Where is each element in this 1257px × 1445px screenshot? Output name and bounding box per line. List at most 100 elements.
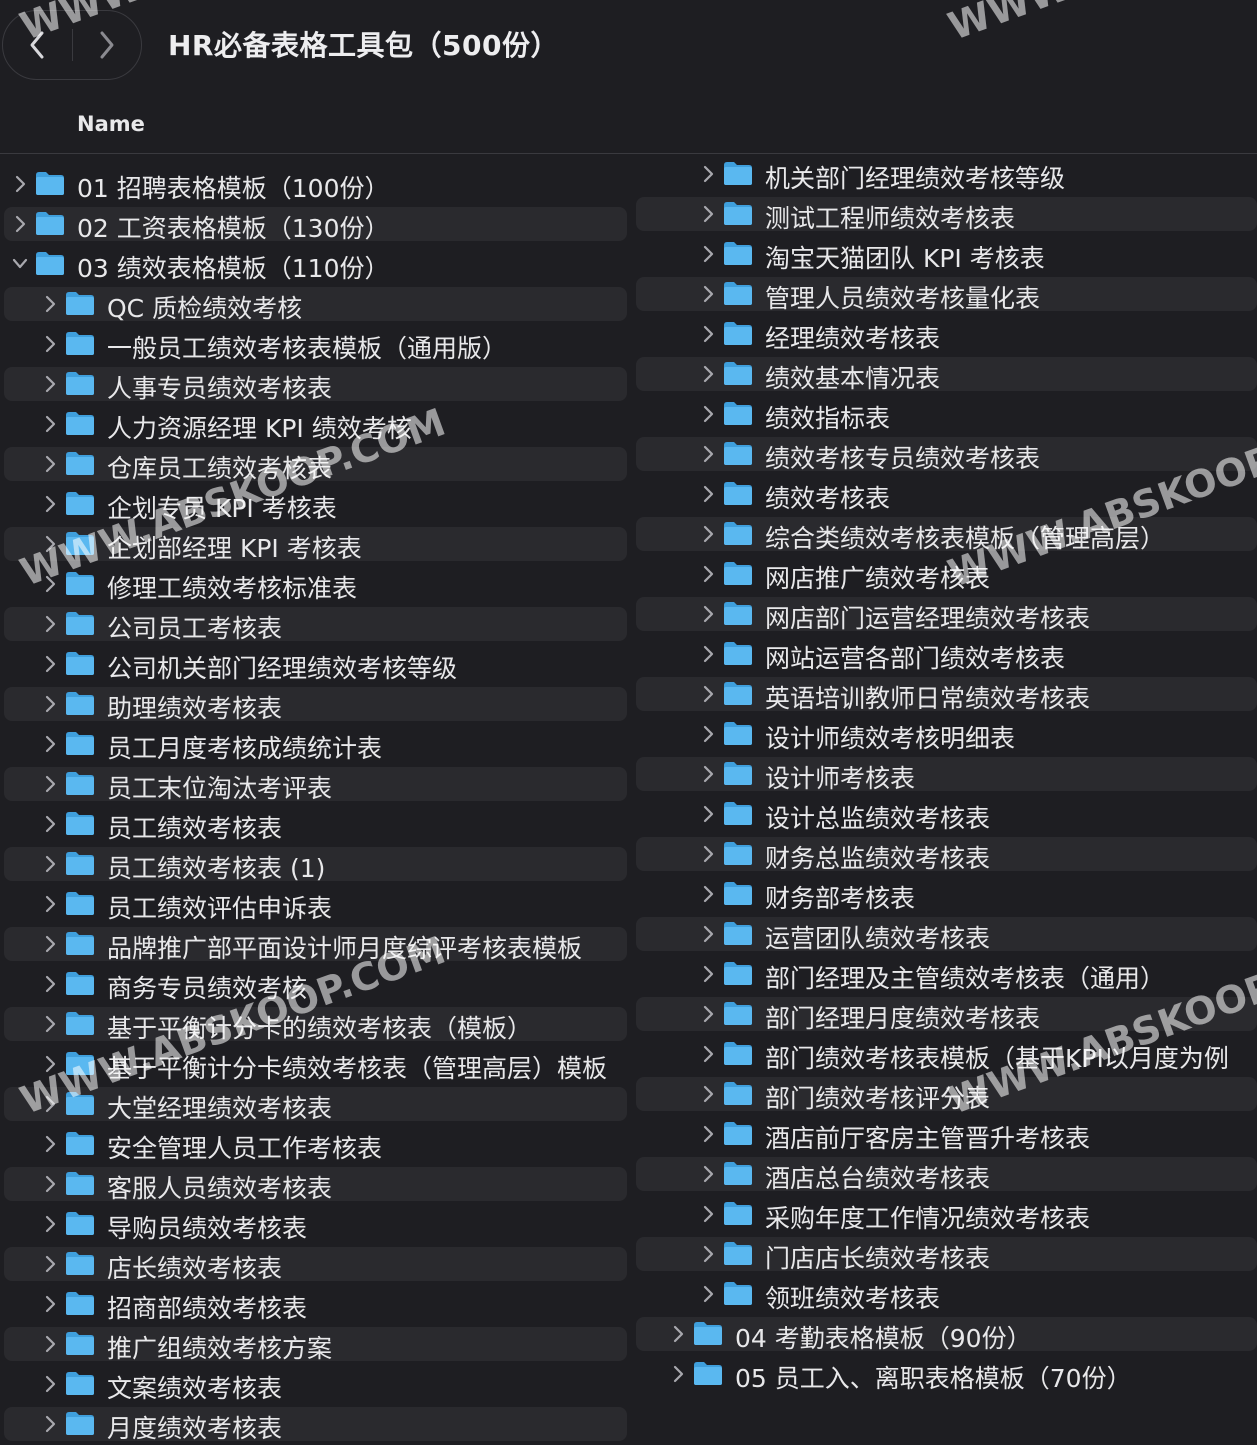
folder-row[interactable]: 03 绩效表格模板（110份） <box>0 244 627 284</box>
chevron-right-icon[interactable] <box>42 1374 58 1394</box>
chevron-right-icon[interactable] <box>700 804 716 824</box>
folder-row[interactable]: 综合类绩效考核表模板（管理高层） <box>632 514 1257 554</box>
chevron-right-icon[interactable] <box>42 854 58 874</box>
chevron-right-icon[interactable] <box>700 1244 716 1264</box>
folder-row[interactable]: 网店部门运营经理绩效考核表 <box>632 594 1257 634</box>
chevron-right-icon[interactable] <box>42 934 58 954</box>
chevron-right-icon[interactable] <box>42 1294 58 1314</box>
folder-row[interactable]: 商务专员绩效考核 <box>0 964 627 1004</box>
folder-row[interactable]: 采购年度工作情况绩效考核表 <box>632 1194 1257 1234</box>
chevron-right-icon[interactable] <box>42 814 58 834</box>
chevron-right-icon[interactable] <box>42 614 58 634</box>
folder-row[interactable]: 酒店总台绩效考核表 <box>632 1154 1257 1194</box>
name-column-header[interactable]: Name <box>77 112 145 136</box>
chevron-right-icon[interactable] <box>700 684 716 704</box>
folder-row[interactable]: 月度绩效考核表 <box>0 1404 627 1444</box>
folder-row[interactable]: 绩效基本情况表 <box>632 354 1257 394</box>
folder-row[interactable]: 财务总监绩效考核表 <box>632 834 1257 874</box>
folder-row[interactable]: 05 员工入、离职表格模板（70份） <box>632 1354 1257 1394</box>
chevron-right-icon[interactable] <box>700 244 716 264</box>
chevron-right-icon[interactable] <box>700 1164 716 1184</box>
folder-row[interactable]: 管理人员绩效考核量化表 <box>632 274 1257 314</box>
chevron-right-icon[interactable] <box>42 534 58 554</box>
chevron-right-icon[interactable] <box>700 884 716 904</box>
chevron-right-icon[interactable] <box>42 774 58 794</box>
chevron-right-icon[interactable] <box>12 214 28 234</box>
folder-row[interactable]: 店长绩效考核表 <box>0 1244 627 1284</box>
folder-row[interactable]: 领班绩效考核表 <box>632 1274 1257 1314</box>
chevron-right-icon[interactable] <box>700 1044 716 1064</box>
chevron-right-icon[interactable] <box>700 204 716 224</box>
folder-row[interactable]: 04 考勤表格模板（90份） <box>632 1314 1257 1354</box>
chevron-right-icon[interactable] <box>700 1284 716 1304</box>
chevron-right-icon[interactable] <box>700 164 716 184</box>
folder-row[interactable]: 设计总监绩效考核表 <box>632 794 1257 834</box>
chevron-right-icon[interactable] <box>42 494 58 514</box>
folder-row[interactable]: 企划部经理 KPI 考核表 <box>0 524 627 564</box>
chevron-right-icon[interactable] <box>700 484 716 504</box>
chevron-right-icon[interactable] <box>42 1414 58 1434</box>
folder-row[interactable]: 员工绩效考核表 <box>0 804 627 844</box>
folder-row[interactable]: 部门绩效考核表模板（基于KPI以月度为例 <box>632 1034 1257 1074</box>
folder-row[interactable]: 客服人员绩效考核表 <box>0 1164 627 1204</box>
folder-row[interactable]: 部门经理及主管绩效考核表（通用） <box>632 954 1257 994</box>
folder-row[interactable]: 运营团队绩效考核表 <box>632 914 1257 954</box>
chevron-right-icon[interactable] <box>42 294 58 314</box>
chevron-right-icon[interactable] <box>700 284 716 304</box>
folder-row[interactable]: 招商部绩效考核表 <box>0 1284 627 1324</box>
folder-row[interactable]: 仓库员工绩效考核表 <box>0 444 627 484</box>
chevron-right-icon[interactable] <box>42 734 58 754</box>
chevron-right-icon[interactable] <box>700 564 716 584</box>
folder-row[interactable]: 淘宝天猫团队 KPI 考核表 <box>632 234 1257 274</box>
chevron-right-icon[interactable] <box>42 974 58 994</box>
chevron-right-icon[interactable] <box>42 374 58 394</box>
folder-row[interactable]: 英语培训教师日常绩效考核表 <box>632 674 1257 714</box>
chevron-right-icon[interactable] <box>42 694 58 714</box>
folder-row[interactable]: 门店店长绩效考核表 <box>632 1234 1257 1274</box>
folder-row[interactable]: 基于平衡计分卡的绩效考核表（模板） <box>0 1004 627 1044</box>
folder-row[interactable]: 人事专员绩效考核表 <box>0 364 627 404</box>
chevron-right-icon[interactable] <box>42 1094 58 1114</box>
folder-row[interactable]: 部门绩效考核评分表 <box>632 1074 1257 1114</box>
chevron-right-icon[interactable] <box>700 1004 716 1024</box>
folder-row[interactable]: 绩效考核表 <box>632 474 1257 514</box>
folder-row[interactable]: 修理工绩效考核标准表 <box>0 564 627 604</box>
folder-row[interactable]: 员工末位淘汰考评表 <box>0 764 627 804</box>
folder-row[interactable]: 01 招聘表格模板（100份） <box>0 164 627 204</box>
folder-row[interactable]: 基于平衡计分卡绩效考核表（管理高层）模板 <box>0 1044 627 1084</box>
chevron-right-icon[interactable] <box>700 644 716 664</box>
chevron-right-icon[interactable] <box>700 604 716 624</box>
folder-row[interactable]: 导购员绩效考核表 <box>0 1204 627 1244</box>
chevron-right-icon[interactable] <box>700 1084 716 1104</box>
folder-row[interactable]: 测试工程师绩效考核表 <box>632 194 1257 234</box>
chevron-right-icon[interactable] <box>42 414 58 434</box>
chevron-right-icon[interactable] <box>700 524 716 544</box>
chevron-right-icon[interactable] <box>700 404 716 424</box>
chevron-right-icon[interactable] <box>700 964 716 984</box>
chevron-right-icon[interactable] <box>700 724 716 744</box>
folder-row[interactable]: 经理绩效考核表 <box>632 314 1257 354</box>
folder-row[interactable]: 推广组绩效考核方案 <box>0 1324 627 1364</box>
chevron-right-icon[interactable] <box>42 654 58 674</box>
folder-row[interactable]: 员工月度考核成绩统计表 <box>0 724 627 764</box>
chevron-right-icon[interactable] <box>42 894 58 914</box>
chevron-right-icon[interactable] <box>42 1054 58 1074</box>
chevron-right-icon[interactable] <box>42 1254 58 1274</box>
chevron-right-icon[interactable] <box>670 1324 686 1344</box>
folder-row[interactable]: 网店推广绩效考核表 <box>632 554 1257 594</box>
folder-row[interactable]: 人力资源经理 KPI 绩效考核 <box>0 404 627 444</box>
folder-row[interactable]: 财务部考核表 <box>632 874 1257 914</box>
folder-row[interactable]: 设计师考核表 <box>632 754 1257 794</box>
folder-row[interactable]: 企划专员 KPI 考核表 <box>0 484 627 524</box>
folder-row[interactable]: 一般员工绩效考核表模板（通用版） <box>0 324 627 364</box>
chevron-right-icon[interactable] <box>700 1204 716 1224</box>
folder-row[interactable]: 02 工资表格模板（130份） <box>0 204 627 244</box>
chevron-right-icon[interactable] <box>42 1334 58 1354</box>
forward-button[interactable] <box>73 11 141 79</box>
folder-row[interactable]: 员工绩效评估申诉表 <box>0 884 627 924</box>
chevron-right-icon[interactable] <box>42 454 58 474</box>
folder-row[interactable]: QC 质检绩效考核 <box>0 284 627 324</box>
chevron-right-icon[interactable] <box>700 324 716 344</box>
chevron-right-icon[interactable] <box>42 574 58 594</box>
chevron-right-icon[interactable] <box>700 1124 716 1144</box>
